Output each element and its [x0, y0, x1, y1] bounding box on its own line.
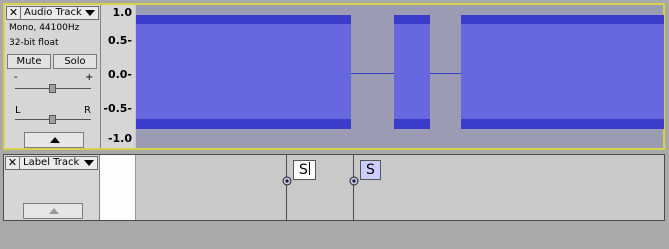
label-text-box[interactable]: S — [360, 160, 381, 180]
scale-label: 1.0 — [112, 6, 133, 19]
audio-format: Mono, 44100Hz — [9, 23, 80, 33]
audio-track-name[interactable]: Audio Track — [21, 7, 82, 19]
amplitude-ruler: 1.0 0.5- 0.0- -0.5- -1.0 — [101, 5, 135, 148]
collapse-track-button[interactable] — [24, 132, 84, 148]
audio-bit-depth: 32-bit float — [9, 38, 59, 48]
chevron-down-icon[interactable] — [81, 157, 97, 169]
label-track-name[interactable]: Label Track — [20, 157, 81, 169]
label-track[interactable]: ✕ Label Track S S — [3, 154, 665, 221]
chevron-down-icon[interactable] — [82, 7, 98, 19]
pan-left-label: L — [15, 105, 21, 116]
scale-label: -1.0 — [107, 132, 132, 145]
gain-slider-thumb[interactable] — [49, 84, 56, 93]
close-icon[interactable]: ✕ — [6, 157, 20, 169]
solo-button[interactable]: Solo — [53, 54, 97, 69]
gain-minus-label: - — [14, 72, 18, 83]
waveform-silence — [430, 73, 461, 74]
label-text-editing[interactable]: S — [293, 160, 316, 180]
gain-plus-label: + — [85, 72, 94, 83]
text-cursor — [308, 162, 310, 175]
audio-track[interactable]: ✕ Audio Track Mono, 44100Hz 32-bit float… — [3, 3, 665, 150]
label-text: S — [366, 162, 375, 178]
pan-right-label: R — [84, 105, 91, 116]
waveform-area[interactable] — [136, 5, 664, 148]
scale-label: 0.0- — [107, 68, 132, 81]
waveform-clip[interactable] — [394, 15, 430, 129]
mute-button[interactable]: Mute — [7, 54, 51, 69]
audio-track-titlebar: ✕ Audio Track — [6, 6, 99, 20]
label-track-gutter — [100, 155, 136, 220]
label-track-titlebar: ✕ Label Track — [5, 156, 98, 170]
waveform-clip[interactable] — [461, 15, 664, 129]
waveform-clip[interactable] — [136, 15, 351, 129]
label-text: S — [299, 162, 308, 178]
label-track-control-panel: ✕ Label Track — [4, 155, 100, 220]
scale-label: -0.5- — [103, 102, 132, 115]
label-position-line — [353, 155, 354, 220]
waveform-silence — [351, 73, 394, 74]
label-track-area[interactable]: S S — [136, 155, 664, 220]
scale-label: 0.5- — [107, 34, 132, 47]
close-icon[interactable]: ✕ — [7, 7, 21, 19]
audio-track-control-panel: ✕ Audio Track Mono, 44100Hz 32-bit float… — [5, 5, 101, 148]
label-position-line — [286, 155, 287, 220]
pan-slider-thumb[interactable] — [49, 115, 56, 124]
label-anchor-icon[interactable] — [348, 175, 360, 187]
label-anchor-icon[interactable] — [281, 175, 293, 187]
collapse-track-button[interactable] — [23, 203, 83, 219]
